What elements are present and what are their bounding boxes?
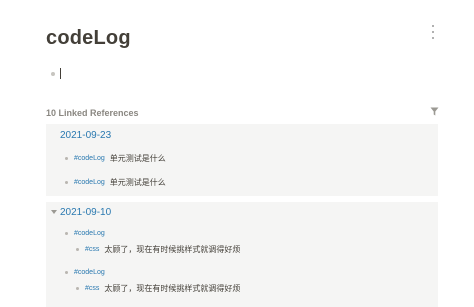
- tag-link[interactable]: #css: [85, 285, 99, 292]
- tag-link[interactable]: #codeLog: [74, 179, 105, 186]
- block-bullet[interactable]: [65, 157, 68, 160]
- empty-block-bullet[interactable]: [51, 72, 55, 76]
- block-bullet[interactable]: [65, 232, 68, 235]
- reference-text: 太顾了，现在有时候挑样式就调得好烦: [104, 245, 241, 254]
- block-bullet[interactable]: [76, 248, 79, 251]
- text-cursor: [60, 68, 61, 79]
- reference-item[interactable]: #codeLog 单元测试是什么: [65, 153, 166, 164]
- page-title[interactable]: codeLog: [46, 27, 131, 50]
- more-vertical-icon[interactable]: [428, 25, 438, 39]
- reference-child-item[interactable]: #css 太顾了，现在有时候挑样式就调得好烦: [76, 283, 240, 294]
- reference-date-link[interactable]: 2021-09-23: [60, 130, 111, 141]
- tag-link[interactable]: #css: [85, 246, 99, 253]
- reference-text: 单元测试是什么: [109, 154, 166, 163]
- block-bullet[interactable]: [76, 287, 79, 290]
- reference-group: 2021-09-10 #codeLog #css 太顾了，现在有时候挑样式就调得…: [46, 202, 438, 307]
- reference-child-item[interactable]: #css 太顾了，现在有时候挑样式就调得好烦: [76, 244, 240, 255]
- reference-text: 单元测试是什么: [109, 178, 166, 187]
- reference-date-link[interactable]: 2021-09-10: [60, 207, 111, 218]
- chevron-down-icon[interactable]: [51, 210, 57, 214]
- reference-item[interactable]: #codeLog: [65, 269, 110, 276]
- block-bullet[interactable]: [65, 271, 68, 274]
- tag-link[interactable]: #codeLog: [74, 155, 105, 162]
- tag-link[interactable]: #codeLog: [74, 269, 105, 276]
- reference-text: 太顾了，现在有时候挑样式就调得好烦: [104, 284, 241, 293]
- reference-item[interactable]: #codeLog 单元测试是什么: [65, 177, 166, 188]
- filter-icon[interactable]: [430, 107, 439, 116]
- reference-item[interactable]: #codeLog: [65, 230, 110, 237]
- block-bullet[interactable]: [65, 181, 68, 184]
- tag-link[interactable]: #codeLog: [74, 230, 105, 237]
- reference-group: 2021-09-23 #codeLog 单元测试是什么 #codeLog 单元测…: [46, 124, 438, 196]
- linked-references-header: 10 Linked References: [46, 108, 139, 118]
